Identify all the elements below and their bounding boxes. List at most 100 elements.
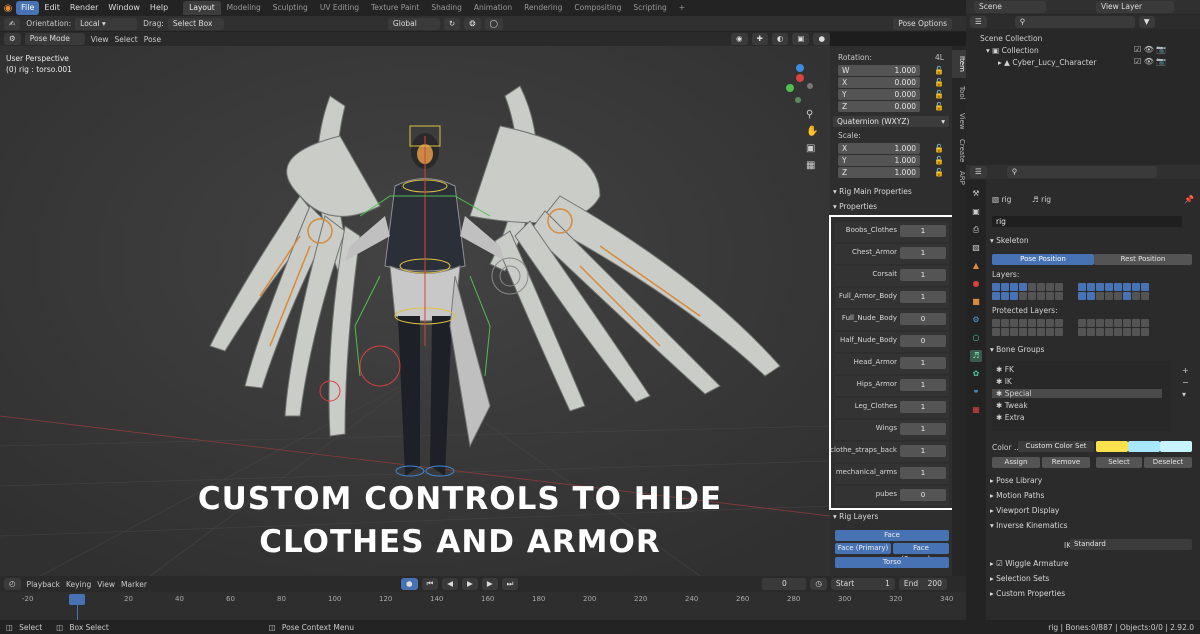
- prev-keyframe-icon[interactable]: ◀: [442, 578, 459, 590]
- proportional-edit-icon[interactable]: ◯: [484, 17, 503, 30]
- layer-toggle[interactable]: [1019, 328, 1027, 336]
- layer-toggle[interactable]: [1028, 292, 1036, 300]
- layer-toggle[interactable]: [1028, 328, 1036, 336]
- rig-layer-face-button[interactable]: Face: [835, 530, 949, 541]
- layer-toggle[interactable]: [1141, 319, 1149, 327]
- render-tab-icon[interactable]: ▣: [970, 206, 982, 218]
- layer-toggle[interactable]: [1010, 319, 1018, 327]
- tab-layout[interactable]: Layout: [183, 1, 221, 15]
- gizmo-icon[interactable]: ✚: [751, 33, 768, 45]
- object-row[interactable]: ▸ ▲ Cyber_Lucy_Character: [998, 58, 1096, 67]
- viewport-display-header[interactable]: ▸ Viewport Display: [990, 504, 1059, 518]
- layer-toggle[interactable]: [1001, 283, 1009, 291]
- zoom-icon[interactable]: ⚲: [806, 106, 818, 123]
- playhead-indicator[interactable]: [69, 594, 85, 605]
- layer-toggle[interactable]: [992, 292, 1000, 300]
- menu-select[interactable]: Select: [115, 35, 138, 44]
- tab-texture-paint[interactable]: Texture Paint: [365, 1, 425, 15]
- scale-lock-icons[interactable]: 🔓 🔓 🔓: [934, 143, 944, 179]
- chevron-down-icon[interactable]: ▾: [1182, 389, 1189, 401]
- pivot-icon[interactable]: ↻: [443, 17, 461, 30]
- rig-main-properties-header[interactable]: ▾ Rig Main Properties: [833, 185, 912, 199]
- play-icon[interactable]: ▶: [462, 578, 478, 590]
- pose-tool-icon[interactable]: ✍: [4, 17, 21, 30]
- properties-search-input[interactable]: ⚲: [1006, 166, 1157, 178]
- armature-data-tab-icon[interactable]: ♬: [970, 350, 982, 362]
- blender-logo-icon[interactable]: ◉: [0, 0, 16, 16]
- rotation-lock-icons[interactable]: 🔓 🔓 🔓 🔓: [934, 65, 944, 113]
- layer-toggle[interactable]: [1123, 292, 1131, 300]
- layer-toggle[interactable]: [1123, 328, 1131, 336]
- tab-shading[interactable]: Shading: [425, 1, 467, 15]
- outliner-search-input[interactable]: ⚲: [1014, 16, 1135, 28]
- shading-solid-icon[interactable]: ●: [813, 33, 830, 45]
- layer-toggle[interactable]: [1078, 328, 1086, 336]
- layer-toggle[interactable]: [1019, 283, 1027, 291]
- layer-toggle[interactable]: [1114, 283, 1122, 291]
- layer-toggle[interactable]: [1132, 283, 1140, 291]
- end-frame-field[interactable]: End 200: [898, 578, 947, 590]
- list-item[interactable]: ✱ IK: [996, 377, 1012, 386]
- clock-icon[interactable]: ◷: [810, 578, 827, 590]
- menu-playback[interactable]: Playback: [27, 580, 60, 589]
- scene-dropdown[interactable]: Scene: [974, 1, 1046, 13]
- overlay-icon[interactable]: ◐: [771, 33, 789, 45]
- layer-toggle[interactable]: [1114, 319, 1122, 327]
- camera-icon[interactable]: ▣: [806, 140, 818, 157]
- timeline-area[interactable]: -200204060801001201401601802002202402602…: [0, 592, 966, 620]
- scale-x-field[interactable]: X 1.000: [838, 143, 920, 154]
- tab-compositing[interactable]: Compositing: [568, 1, 627, 15]
- rig-layer-face-secondary-button[interactable]: Face (Secondar..: [893, 543, 949, 563]
- layer-toggle[interactable]: [1096, 283, 1104, 291]
- color-swatch-pale[interactable]: [1160, 441, 1192, 452]
- jump-end-icon[interactable]: ⏭: [501, 578, 519, 590]
- add-icon[interactable]: +: [1182, 365, 1189, 377]
- menu-view[interactable]: View: [91, 35, 109, 44]
- rig-layers-header[interactable]: ▾ Rig Layers: [833, 510, 878, 524]
- object-expand-icon[interactable]: ▸: [998, 58, 1002, 67]
- view-layer-tab-icon[interactable]: ▧: [970, 242, 982, 254]
- tab-sculpting[interactable]: Sculpting: [267, 1, 314, 15]
- layer-toggle[interactable]: [1055, 328, 1063, 336]
- color-swatch-cyan[interactable]: [1128, 441, 1160, 452]
- mode-dropdown[interactable]: Pose Mode: [24, 33, 85, 45]
- tab-modeling[interactable]: Modeling: [221, 1, 267, 15]
- layer-toggle[interactable]: [1087, 319, 1095, 327]
- start-frame-field[interactable]: Start 1: [830, 578, 895, 590]
- layer-toggle[interactable]: [992, 283, 1000, 291]
- layer-toggle[interactable]: [1141, 292, 1149, 300]
- tab-scripting[interactable]: Scripting: [627, 1, 672, 15]
- layer-toggle[interactable]: [1114, 328, 1122, 336]
- sidebar-tab-view[interactable]: View: [952, 108, 966, 134]
- drag-dropdown[interactable]: Select Box: [167, 17, 224, 30]
- output-tab-icon[interactable]: ⎙: [970, 224, 982, 236]
- layer-toggle[interactable]: [1141, 328, 1149, 336]
- modifiers-tab-icon[interactable]: ⚙: [970, 314, 982, 326]
- layer-toggle[interactable]: [1096, 292, 1104, 300]
- layer-toggle[interactable]: [1055, 292, 1063, 300]
- sidebar-tab-tool[interactable]: Tool: [952, 80, 966, 106]
- tab-uv-editing[interactable]: UV Editing: [314, 1, 365, 15]
- layer-toggle[interactable]: [1001, 319, 1009, 327]
- tool-tab-icon[interactable]: ⚒: [970, 188, 982, 200]
- jump-start-icon[interactable]: ⏮: [421, 578, 439, 590]
- object-tab-icon[interactable]: ■: [970, 296, 982, 308]
- transform-orientation-dropdown[interactable]: Global: [387, 17, 440, 30]
- menu-help[interactable]: Help: [145, 1, 173, 15]
- layer-toggle[interactable]: [1078, 292, 1086, 300]
- view-layer-dropdown[interactable]: View Layer: [1096, 1, 1174, 13]
- layer-toggle[interactable]: [1046, 283, 1054, 291]
- menu-pose[interactable]: Pose: [144, 35, 161, 44]
- menu-window[interactable]: Window: [103, 1, 145, 15]
- orientation-dropdown[interactable]: Local ▾: [75, 17, 138, 30]
- sidebar-tab-create[interactable]: Create: [952, 136, 966, 166]
- rig-layer-torso-button[interactable]: Torso: [835, 557, 949, 568]
- layer-toggle[interactable]: [1141, 283, 1149, 291]
- wiggle-armature-header[interactable]: ▸ ☑ Wiggle Armature: [990, 557, 1068, 571]
- layer-toggle[interactable]: [1037, 283, 1045, 291]
- layer-toggle[interactable]: [1132, 328, 1140, 336]
- layer-toggle[interactable]: [1001, 292, 1009, 300]
- bone-tab-icon[interactable]: ✿: [970, 368, 982, 380]
- custom-properties-header[interactable]: ▸ Custom Properties: [990, 587, 1065, 601]
- rotation-mode-dropdown[interactable]: Quaternion (WXYZ) ▾: [833, 116, 949, 127]
